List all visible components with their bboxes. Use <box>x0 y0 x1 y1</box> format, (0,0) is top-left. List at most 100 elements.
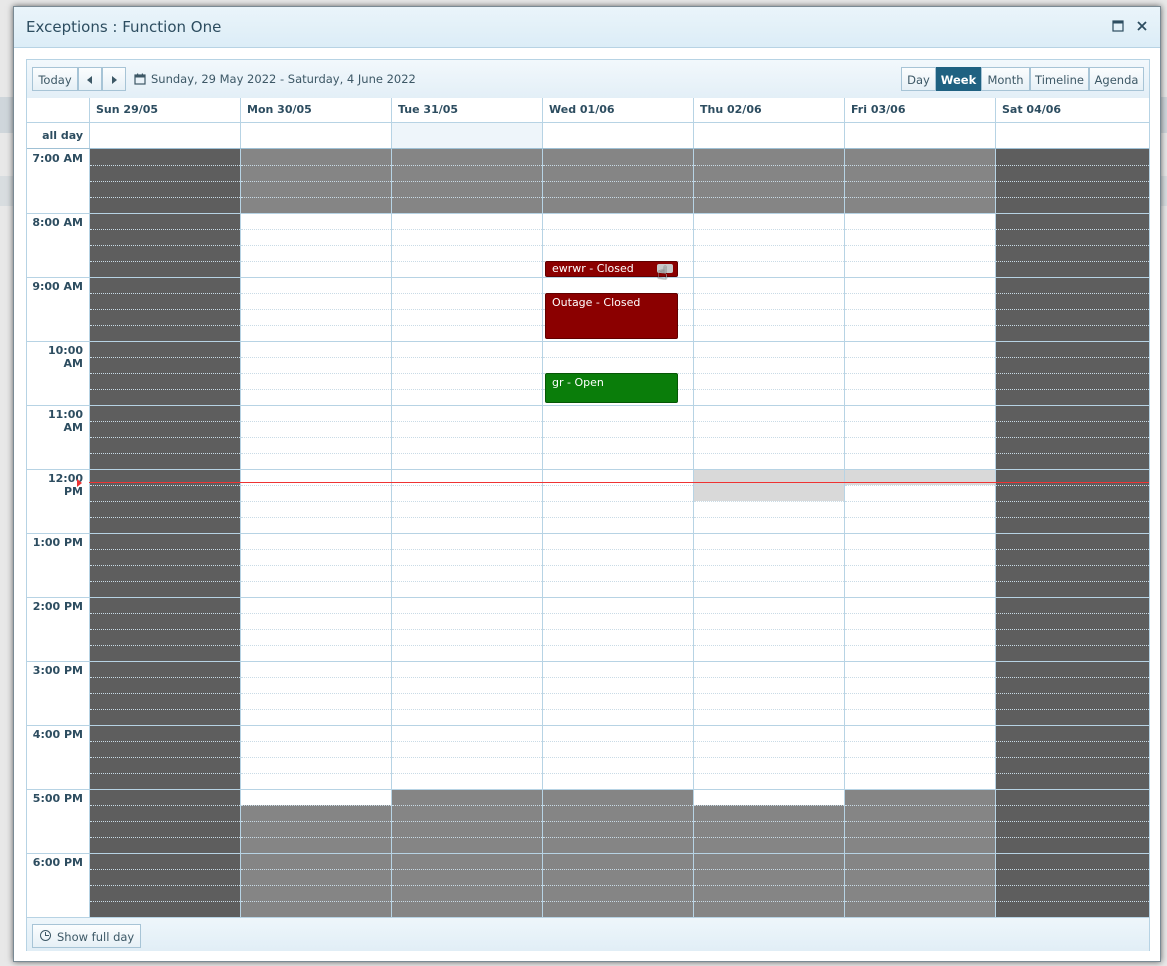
time-slot-line <box>694 501 844 502</box>
time-slot-line <box>241 325 391 326</box>
today-button[interactable]: Today <box>32 67 78 91</box>
calendar-icon <box>134 73 146 85</box>
time-slot-line <box>845 581 995 582</box>
time-slot-line <box>241 517 391 518</box>
time-slot-line <box>996 357 1149 358</box>
day-header[interactable]: Sun 29/05 <box>89 98 240 122</box>
event-gr-open[interactable]: gr - Open <box>545 373 678 403</box>
time-slot-line <box>392 853 542 854</box>
day-column[interactable] <box>391 149 542 917</box>
all-day-cell[interactable] <box>89 123 240 148</box>
time-slot-line <box>90 661 240 662</box>
time-slot-line <box>392 677 542 678</box>
time-slot-line <box>845 469 995 470</box>
date-range-picker[interactable]: Sunday, 29 May 2022 - Saturday, 4 June 2… <box>134 72 416 86</box>
view-month-button[interactable]: Month <box>981 67 1030 91</box>
time-slot-line <box>392 293 542 294</box>
arrow-right-icon <box>112 76 117 84</box>
time-slot-line <box>845 341 995 342</box>
time-slot-line <box>241 293 391 294</box>
time-slot-line <box>996 725 1149 726</box>
time-slot-line <box>241 357 391 358</box>
time-slot-line <box>90 693 240 694</box>
time-slot-line <box>845 533 995 534</box>
all-day-cell[interactable] <box>995 123 1149 148</box>
time-slot-line <box>90 581 240 582</box>
day-column[interactable] <box>240 149 391 917</box>
time-slot-line <box>90 213 240 214</box>
time-slot-line <box>996 901 1149 902</box>
time-slot-line <box>241 677 391 678</box>
clock-icon <box>40 930 51 941</box>
time-slot-line <box>996 741 1149 742</box>
day-header[interactable]: Thu 02/06 <box>693 98 844 122</box>
day-header[interactable]: Mon 30/05 <box>240 98 391 122</box>
time-slot-line <box>241 389 391 390</box>
time-slot-line <box>694 629 844 630</box>
next-button[interactable] <box>102 67 126 91</box>
time-slot-line <box>694 693 844 694</box>
day-column[interactable] <box>693 149 844 917</box>
previous-button[interactable] <box>78 67 102 91</box>
time-slot-line <box>543 229 693 230</box>
day-column[interactable] <box>844 149 995 917</box>
time-slot-line <box>543 453 693 454</box>
time-slot-line <box>845 869 995 870</box>
time-slot-line <box>845 485 995 486</box>
all-day-cell[interactable] <box>391 123 542 148</box>
day-column[interactable] <box>89 149 240 917</box>
time-slot-line <box>241 613 391 614</box>
time-slot-line <box>543 565 693 566</box>
time-slot-line <box>392 485 542 486</box>
view-day-button[interactable]: Day <box>901 67 936 91</box>
time-slot-line <box>543 517 693 518</box>
time-slot-line <box>845 613 995 614</box>
time-slot-line <box>543 821 693 822</box>
all-day-cell[interactable] <box>240 123 391 148</box>
hour-line <box>27 789 89 790</box>
all-day-cell[interactable] <box>844 123 995 148</box>
window-maximize-icon[interactable] <box>1108 16 1128 36</box>
time-slot-line <box>241 581 391 582</box>
time-slot-line <box>90 357 240 358</box>
time-slot-line <box>392 389 542 390</box>
event-title: Outage - Closed <box>552 296 641 309</box>
event-outage-closed[interactable]: Outage - Closed <box>545 293 678 339</box>
time-slot-line <box>996 837 1149 838</box>
time-slot-line <box>241 421 391 422</box>
view-timeline-button[interactable]: Timeline <box>1030 67 1089 91</box>
time-slot-line <box>392 533 542 534</box>
time-label: 2:00 PM <box>32 600 83 613</box>
time-slot-line <box>392 437 542 438</box>
view-week-button[interactable]: Week <box>936 67 981 91</box>
time-slot-line <box>996 245 1149 246</box>
show-full-day-button[interactable]: Show full day <box>32 924 142 948</box>
time-slot-line <box>996 485 1149 486</box>
time-slot-line <box>996 581 1149 582</box>
time-label: 9:00 AM <box>32 280 83 293</box>
time-slot-line <box>694 565 844 566</box>
all-day-cell[interactable] <box>542 123 693 148</box>
time-slot-line <box>392 181 542 182</box>
time-slot-line <box>694 661 844 662</box>
day-header[interactable]: Sat 04/06 <box>995 98 1149 122</box>
time-slot-line <box>845 709 995 710</box>
time-slot-line <box>845 357 995 358</box>
day-header[interactable]: Wed 01/06 <box>542 98 693 122</box>
time-slot-line <box>392 309 542 310</box>
day-header[interactable]: Tue 31/05 <box>391 98 542 122</box>
day-column[interactable] <box>995 149 1149 917</box>
time-label: 4:00 PM <box>32 728 83 741</box>
hour-line <box>27 277 89 278</box>
time-slot-line <box>845 437 995 438</box>
all-day-cell[interactable] <box>693 123 844 148</box>
day-header[interactable]: Fri 03/06 <box>844 98 995 122</box>
time-slot-line <box>543 629 693 630</box>
time-slot-line <box>543 357 693 358</box>
time-slot-line <box>694 469 844 470</box>
time-slot-line <box>996 229 1149 230</box>
time-slot-line <box>392 645 542 646</box>
time-slot-line <box>694 581 844 582</box>
view-agenda-button[interactable]: Agenda <box>1089 67 1144 91</box>
close-icon[interactable] <box>1132 16 1152 36</box>
